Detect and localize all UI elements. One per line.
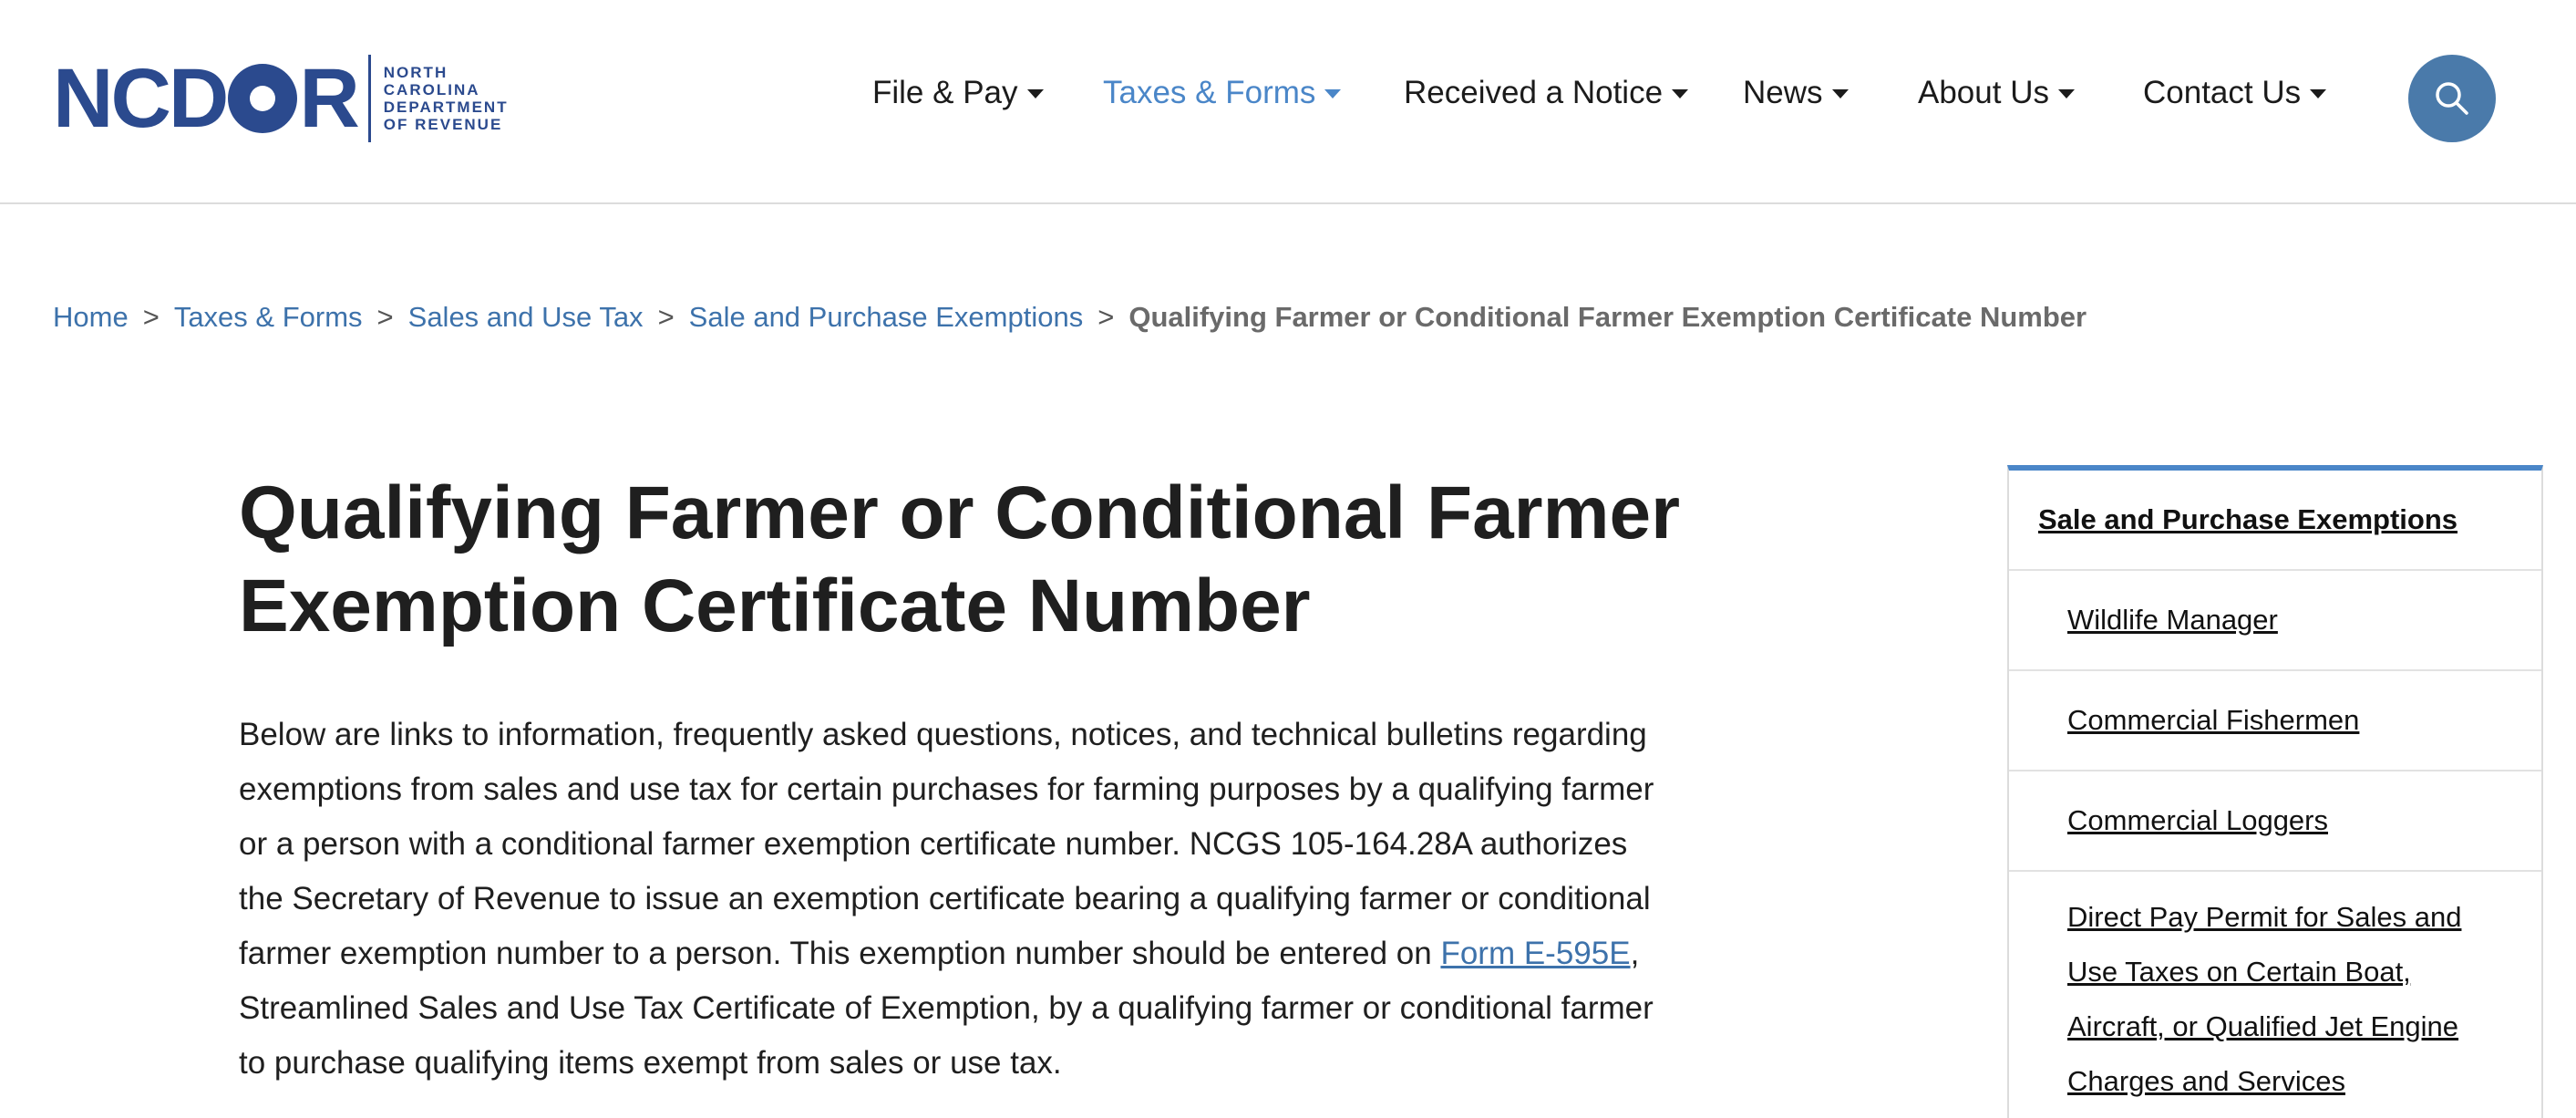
caret-down-icon (1672, 89, 1689, 98)
nav-item-label: File & Pay (872, 75, 1018, 110)
sidebar-link-direct-pay-permit[interactable]: Direct Pay Permit for Sales and Use Taxe… (2067, 890, 2514, 1109)
intro-paragraph: Below are links to information, frequent… (239, 708, 1661, 1091)
sidebar-link-sale-purchase-exemptions[interactable]: Sale and Purchase Exemptions (2038, 492, 2458, 547)
breadcrumb-separator: > (657, 301, 675, 333)
nav-item-news[interactable]: News (1743, 75, 1849, 111)
sidebar-link-wildlife-manager[interactable]: Wildlife Manager (2067, 593, 2278, 647)
site-header: NCD R NORTH CAROLINA DEPARTMENT OF REVEN… (0, 0, 2576, 204)
sidebar-link-commercial-fishermen[interactable]: Commercial Fishermen (2067, 693, 2359, 748)
breadcrumb-link-home[interactable]: Home (53, 301, 129, 334)
logo-subtitle-line: DEPARTMENT (383, 98, 509, 116)
breadcrumb-link-sale-purchase-exemptions[interactable]: Sale and Purchase Exemptions (689, 301, 1084, 334)
caret-down-icon (1831, 89, 1849, 98)
sidebar-heading: Sale and Purchase Exemptions (2009, 471, 2541, 571)
caret-down-icon (1026, 89, 1044, 98)
breadcrumb-separator: > (1097, 301, 1115, 333)
sidebar-item: Commercial Loggers (2009, 771, 2541, 872)
nav-item-file-pay[interactable]: File & Pay (872, 75, 1044, 111)
nav-item-label: Taxes & Forms (1103, 75, 1316, 110)
sidebar-item: Direct Pay Permit for Sales and Use Taxe… (2009, 872, 2541, 1118)
logo-subtitle-line: NORTH (383, 64, 448, 81)
caret-down-icon (1324, 89, 1342, 98)
caret-down-icon (2310, 89, 2327, 98)
sidebar-item: Wildlife Manager (2009, 571, 2541, 671)
logo-wordmark-left: NCD (53, 52, 229, 145)
ncdor-logo[interactable]: NCD R NORTH CAROLINA DEPARTMENT OF REVEN… (53, 55, 509, 142)
sidebar-nav: Sale and Purchase Exemptions Wildlife Ma… (2007, 465, 2543, 1118)
search-icon (2436, 82, 2468, 115)
search-button[interactable] (2408, 55, 2496, 142)
nav-item-label: Received a Notice (1404, 75, 1664, 110)
logo-circle-icon (228, 64, 298, 133)
logo-wordmark: NCD R (53, 52, 360, 145)
caret-down-icon (2057, 89, 2075, 98)
breadcrumb-link-sales-use-tax[interactable]: Sales and Use Tax (408, 301, 644, 334)
nav-item-received-notice[interactable]: Received a Notice (1404, 75, 1689, 111)
sidebar-link-commercial-loggers[interactable]: Commercial Loggers (2067, 793, 2328, 848)
breadcrumb: Home > Taxes & Forms > Sales and Use Tax… (53, 301, 2087, 334)
breadcrumb-separator: > (142, 301, 160, 333)
form-e595e-link[interactable]: Form E-595E (1440, 936, 1630, 971)
logo-subtitle-line: OF REVENUE (383, 116, 503, 133)
sidebar-item: Commercial Fishermen (2009, 671, 2541, 771)
page-title: Qualifying Farmer or Conditional Farmer … (239, 471, 1681, 647)
breadcrumb-link-taxes-forms[interactable]: Taxes & Forms (174, 301, 363, 334)
logo-wordmark-right: R (299, 52, 359, 145)
nav-item-taxes-forms[interactable]: Taxes & Forms (1103, 75, 1342, 111)
logo-subtitle-line: CAROLINA (383, 81, 480, 98)
nav-item-contact-us[interactable]: Contact Us (2143, 75, 2327, 111)
breadcrumb-current: Qualifying Farmer or Conditional Farmer … (1128, 301, 2087, 333)
nav-item-about-us[interactable]: About Us (1918, 75, 2075, 111)
nav-item-label: About Us (1918, 75, 2049, 110)
nav-item-label: Contact Us (2143, 75, 2302, 110)
intro-text-before-link: Below are links to information, frequent… (239, 717, 1654, 971)
breadcrumb-separator: > (376, 301, 394, 333)
nav-item-label: News (1743, 75, 1823, 110)
logo-divider (367, 55, 371, 142)
logo-subtitle: NORTH CAROLINA DEPARTMENT OF REVENUE (384, 64, 509, 133)
